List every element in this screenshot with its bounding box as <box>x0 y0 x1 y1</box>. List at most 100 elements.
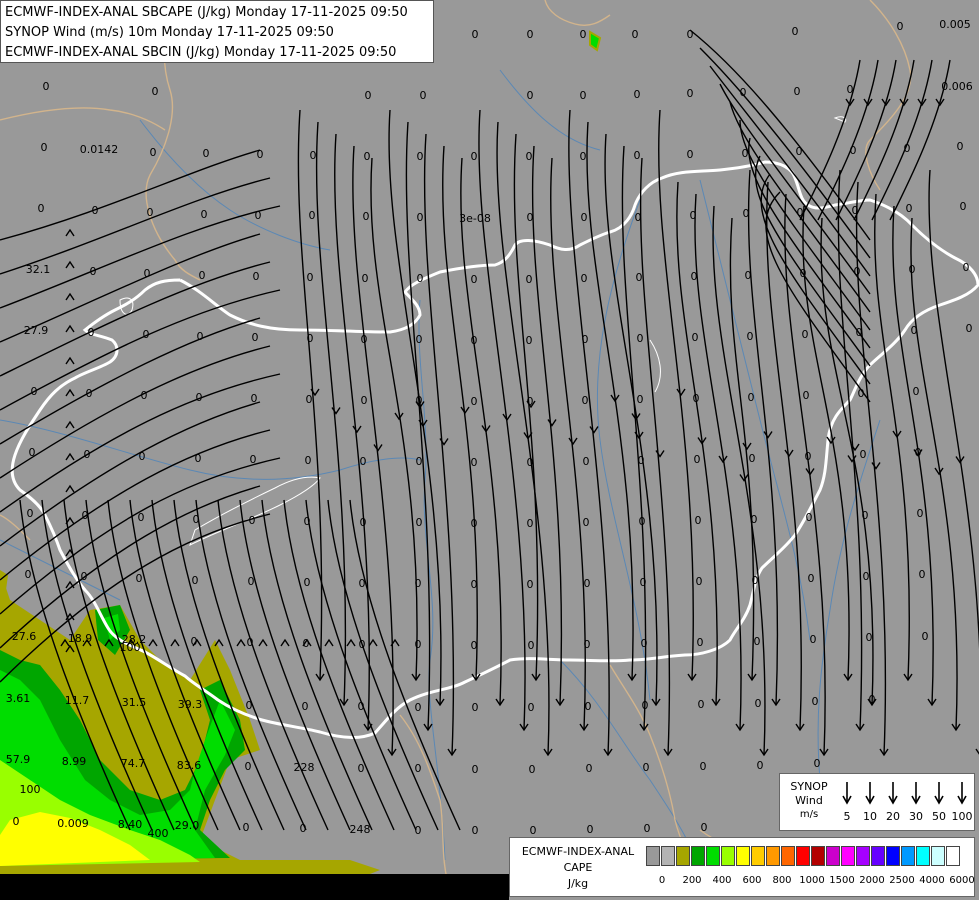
cin-value: 0 <box>472 701 479 714</box>
cin-value: 0 <box>747 330 754 343</box>
wind-legend-arrow-icon <box>859 778 881 806</box>
cin-value: 0 <box>136 572 143 585</box>
cin-value: 0 <box>150 146 157 159</box>
cin-value: 0 <box>922 630 929 643</box>
cin-value: 0 <box>416 333 423 346</box>
cape-legend-swatch <box>751 846 765 866</box>
cin-value: 0 <box>860 448 867 461</box>
cape-legend-swatch <box>901 846 915 866</box>
cin-value: 0 <box>913 385 920 398</box>
cape-legend-swatch <box>796 846 810 866</box>
cin-value: 0 <box>152 85 159 98</box>
cin-value: 0 <box>303 637 310 650</box>
cin-value: 0 <box>634 88 641 101</box>
cin-value: 0 <box>850 144 857 157</box>
wind-legend-speed: 5 <box>843 810 851 823</box>
cin-value: 0 <box>415 824 422 837</box>
cin-value: 0 <box>300 822 307 835</box>
cin-value: 0.006 <box>941 80 973 93</box>
cape-legend-title-line1: ECMWF-INDEX-ANAL <box>521 845 635 858</box>
cin-value: 27.9 <box>24 324 49 337</box>
cin-value: 0 <box>583 516 590 529</box>
cin-value: 3.61 <box>6 692 31 705</box>
cin-value: 0 <box>634 149 641 162</box>
weather-map[interactable]: 0 0 0 0 0 0 0.005 0 0 0 0 0 0 0 0 0 0 0 0 0 0 0.006 0 0.0142 0 0 0… <box>0 0 979 900</box>
wind-legend-speed: 100 <box>951 810 973 823</box>
cin-value: 0 <box>191 635 198 648</box>
cin-value: 0.009 <box>57 817 89 830</box>
wind-legend-arrow-icon <box>951 778 973 806</box>
cin-value: 0 <box>814 757 821 770</box>
cin-value: 32.1 <box>26 263 51 276</box>
wind-legend-speed: 50 <box>932 810 946 823</box>
cin-value: 8.99 <box>62 755 87 768</box>
cape-legend-swatch <box>706 846 720 866</box>
wind-legend-title-line3: m/s <box>799 809 819 820</box>
title-cin: ECMWF-INDEX-ANAL SBCIN (J/kg) Monday 17-… <box>5 45 397 60</box>
cape-legend-title-line3: J/kg <box>567 877 589 890</box>
cin-value: 0 <box>581 211 588 224</box>
cin-value: 0 <box>586 762 593 775</box>
cin-value: 0 <box>694 453 701 466</box>
cin-value: 0 <box>471 456 478 469</box>
cin-value: 0 <box>361 333 368 346</box>
cin-value: 0 <box>526 334 533 347</box>
cin-value: 0 <box>417 211 424 224</box>
cin-value: 0 <box>82 509 89 522</box>
cin-value: 0 <box>794 85 801 98</box>
cin-value: 0 <box>362 272 369 285</box>
cin-value: 0 <box>690 209 697 222</box>
cin-value: 0 <box>637 332 644 345</box>
cin-value: 0 <box>358 762 365 775</box>
cin-value: 0 <box>304 515 311 528</box>
cin-value: 0 <box>31 385 38 398</box>
cin-value: 0 <box>580 28 587 41</box>
cin-value: 0 <box>527 517 534 530</box>
cape-legend-swatch <box>811 846 825 866</box>
cin-value: 0 <box>696 575 703 588</box>
cin-value: 0 <box>416 394 423 407</box>
cin-value: 0 <box>360 455 367 468</box>
cin-value: 0 <box>251 392 258 405</box>
cin-value: 0 <box>580 89 587 102</box>
cin-value: 0 <box>637 393 644 406</box>
cin-value: 0 <box>803 389 810 402</box>
cin-value: 0 <box>527 578 534 591</box>
cin-value: 0 <box>471 395 478 408</box>
cin-value: 0 <box>862 509 869 522</box>
cape-legend-swatch <box>856 846 870 866</box>
cape-legend-swatch <box>676 846 690 866</box>
cin-value: 0 <box>584 577 591 590</box>
cape-legend-title: ECMWF-INDEX-ANAL CAPE J/kg <box>514 844 642 892</box>
cin-value: 0 <box>365 89 372 102</box>
cin-value: 0 <box>687 148 694 161</box>
cin-value: 0 <box>416 516 423 529</box>
cin-value: 0 <box>247 636 254 649</box>
cin-value: 0 <box>358 700 365 713</box>
cin-value: 0 <box>530 824 537 837</box>
cin-value: 0 <box>966 322 973 335</box>
cin-value: 8.40 <box>118 818 143 831</box>
cin-value: 0 <box>359 638 366 651</box>
cin-value: 0 <box>526 273 533 286</box>
cin-value: 0 <box>632 28 639 41</box>
cin-value: 0 <box>527 89 534 102</box>
cin-value: 0 <box>642 699 649 712</box>
cin-value: 0 <box>363 210 370 223</box>
cin-value: 0 <box>808 572 815 585</box>
cin-value: 0 <box>472 763 479 776</box>
cin-value: 0 <box>417 272 424 285</box>
cin-value: 39.3 <box>178 698 203 711</box>
wind-legend: SYNOP Wind m/s 5 10 20 30 50 100 <box>779 773 975 831</box>
cin-value: 0 <box>582 333 589 346</box>
cin-value: 0 <box>695 514 702 527</box>
cin-value: 0 <box>529 763 536 776</box>
cin-value: 0 <box>86 387 93 400</box>
cin-value: 0 <box>143 328 150 341</box>
cin-value: 0 <box>527 28 534 41</box>
cin-value: 0 <box>304 576 311 589</box>
wind-legend-arrow-icon <box>836 778 858 806</box>
cin-value: 100 <box>20 783 41 796</box>
wind-legend-speed: 10 <box>863 810 877 823</box>
cin-value: 0 <box>852 204 859 217</box>
